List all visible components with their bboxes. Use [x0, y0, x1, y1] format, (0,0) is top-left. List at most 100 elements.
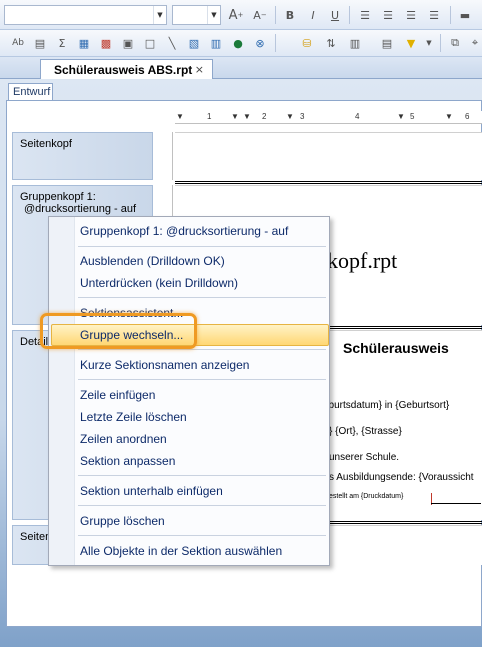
- ruler-number: 4: [355, 112, 360, 121]
- menu-item-select-all-in-section[interactable]: Alle Objekte in der Sektion auswählen: [80, 541, 282, 561]
- document-tab[interactable]: Schülerausweis ABS.rpt ×: [40, 59, 213, 80]
- menu-item-insert-section-below[interactable]: Sektion unterhalb einfügen: [80, 481, 223, 501]
- align-center-button[interactable]: ☰: [379, 6, 397, 24]
- insert-chart-button[interactable]: ▥: [207, 34, 225, 52]
- insert-picture-button[interactable]: ▧: [185, 34, 203, 52]
- align-center-icon: ☰: [383, 8, 393, 22]
- border-button[interactable]: ▬: [456, 6, 474, 24]
- insert-text-object-button[interactable]: Ab: [9, 34, 27, 52]
- shrink-font-sup: −: [260, 11, 267, 19]
- ruler-marker: ▼: [445, 112, 453, 121]
- shrink-font-button[interactable]: A −: [251, 6, 269, 24]
- report-title-field[interactable]: kopf.rpt: [327, 248, 397, 274]
- formatting-toolbar: ▼ ▼ A + A − B I U ☰ ☰ ☰ ☰ ▬: [0, 0, 482, 30]
- justify-icon: ☰: [429, 8, 439, 22]
- picture-icon: ▧: [188, 36, 200, 50]
- section-body-page-header[interactable]: [175, 132, 482, 180]
- chevron-down-icon[interactable]: ▼: [153, 6, 166, 24]
- report-text-printdate[interactable]: estellt am {Druckdatum}: [329, 493, 403, 500]
- menu-item-short-section-names[interactable]: Kurze Sektionsnamen anzeigen: [80, 355, 249, 375]
- formula-button[interactable]: ▥: [346, 34, 364, 52]
- justify-button[interactable]: ☰: [425, 6, 443, 24]
- select-expert-button[interactable]: ▼: [402, 34, 420, 52]
- toolbar-separator: [450, 6, 451, 24]
- insert-crosstab-button[interactable]: ▩: [97, 34, 115, 52]
- font-name-combo[interactable]: ▼: [4, 5, 167, 25]
- chevron-down-icon[interactable]: ▼: [207, 6, 220, 24]
- insert-summary-button[interactable]: Σ: [53, 34, 71, 52]
- menu-item-delete-group[interactable]: Gruppe löschen: [80, 511, 165, 531]
- field-icon: ▤: [34, 36, 46, 50]
- bold-icon: B: [285, 8, 295, 22]
- close-icon[interactable]: ×: [195, 63, 204, 76]
- insert-subreport-button[interactable]: ▣: [119, 34, 137, 52]
- insert-field-button[interactable]: ▤: [31, 34, 49, 52]
- menu-item-fit-section[interactable]: Sektion anpassen: [80, 451, 175, 471]
- section-label-page-header[interactable]: Seitenkopf: [12, 132, 153, 180]
- insert-map-button[interactable]: ●: [229, 34, 247, 52]
- menu-separator: [78, 349, 326, 350]
- group-expert-button[interactable]: ▤: [378, 34, 396, 52]
- ruler-marker: ▼: [243, 112, 251, 121]
- grow-font-button[interactable]: A +: [227, 6, 245, 24]
- report-text-address[interactable]: } {Ort}, {Strasse}: [329, 426, 402, 437]
- toolbar-separator: [275, 34, 276, 52]
- section-context-menu: Gruppenkopf 1: @drucksortierung - auf Au…: [48, 216, 330, 566]
- sigma-icon: Σ: [58, 36, 66, 50]
- line-icon: ╲: [168, 36, 176, 50]
- report-text-graduation[interactable]: s Ausbildungsende: {Voraussicht: [329, 472, 474, 483]
- menu-item-insert-line[interactable]: Zeile einfügen: [80, 385, 155, 405]
- grow-font-sup: +: [237, 11, 244, 19]
- toolbar-separator: [440, 34, 441, 52]
- shrink-font-icon: A: [253, 8, 261, 22]
- menu-item-arrange-lines[interactable]: Zeilen anordnen: [80, 429, 167, 449]
- insert-line-button[interactable]: ╲: [163, 34, 181, 52]
- insert-toolbar: Ab ▤ Σ ▦ ▩ ▣ □ ╲ ▧ ▥ ● ⊗ ⛁ ⇅ ▥ ▤ ▼ ▼ ⧉ ⌖: [0, 30, 482, 57]
- menu-separator: [78, 246, 326, 247]
- section-expert-button[interactable]: ⧉: [446, 34, 464, 52]
- section-expert-icon: ⧉: [451, 36, 459, 49]
- insert-group-button[interactable]: ▦: [75, 34, 93, 52]
- report-text-birth[interactable]: eburtsdatum} in {Geburtsort}: [323, 400, 449, 411]
- ruler-marker: ▼: [176, 112, 184, 121]
- align-right-button[interactable]: ☰: [402, 6, 420, 24]
- ruler-number: 3: [300, 112, 305, 121]
- more-icon: ⌖: [471, 36, 479, 49]
- select-expert-dropdown[interactable]: ▼: [420, 34, 438, 52]
- tab-design[interactable]: Entwurf: [8, 83, 53, 100]
- border-icon: ▬: [459, 8, 471, 22]
- database-icon: ⛁: [302, 36, 312, 50]
- underline-button[interactable]: U: [326, 6, 344, 24]
- group-expert-icon: ▤: [381, 36, 393, 50]
- sort-button[interactable]: ⇅: [322, 34, 340, 52]
- ruler-marker: ▼: [231, 112, 239, 121]
- menu-separator: [78, 475, 326, 476]
- report-heading[interactable]: Schülerausweis: [343, 340, 449, 356]
- ruler-number: 5: [410, 112, 415, 121]
- horizontal-ruler[interactable]: ▼ 1 ▼ ▼ 2 ▼ 3 4 ▼ 5 ▼ 6: [175, 111, 482, 124]
- menu-item-suppress[interactable]: Unterdrücken (kein Drilldown): [80, 273, 238, 293]
- globe-icon: ●: [233, 36, 243, 50]
- filter-icon: ▼: [406, 36, 416, 50]
- toolbar-separator: [349, 6, 350, 24]
- bold-button[interactable]: B: [281, 6, 299, 24]
- menu-item-hide[interactable]: Ausblenden (Drilldown OK): [80, 251, 225, 271]
- section-divider: [175, 181, 482, 184]
- report-text-school[interactable]: unserer Schule.: [329, 452, 399, 463]
- menu-item-delete-last-line[interactable]: Letzte Zeile löschen: [80, 407, 187, 427]
- sort-icon: ⇅: [326, 36, 336, 50]
- more-tools-button[interactable]: ⌖: [466, 34, 482, 52]
- insert-ole-button[interactable]: ⊗: [251, 34, 269, 52]
- font-size-combo[interactable]: ▼: [172, 5, 221, 25]
- highlight-callout-ring: [40, 313, 197, 349]
- ruler-number: 1: [207, 112, 212, 121]
- italic-button[interactable]: I: [304, 6, 322, 24]
- insert-box-button[interactable]: □: [141, 34, 159, 52]
- section-name-detail: @drucksortierung - auf: [24, 203, 137, 215]
- database-button[interactable]: ⛁: [298, 34, 316, 52]
- ruler-number: 2: [262, 112, 267, 121]
- align-left-button[interactable]: ☰: [356, 6, 374, 24]
- vertical-ruler: [160, 132, 173, 180]
- menu-item-group-header-title[interactable]: Gruppenkopf 1: @drucksortierung - auf: [80, 221, 288, 241]
- ole-icon: ⊗: [255, 36, 265, 50]
